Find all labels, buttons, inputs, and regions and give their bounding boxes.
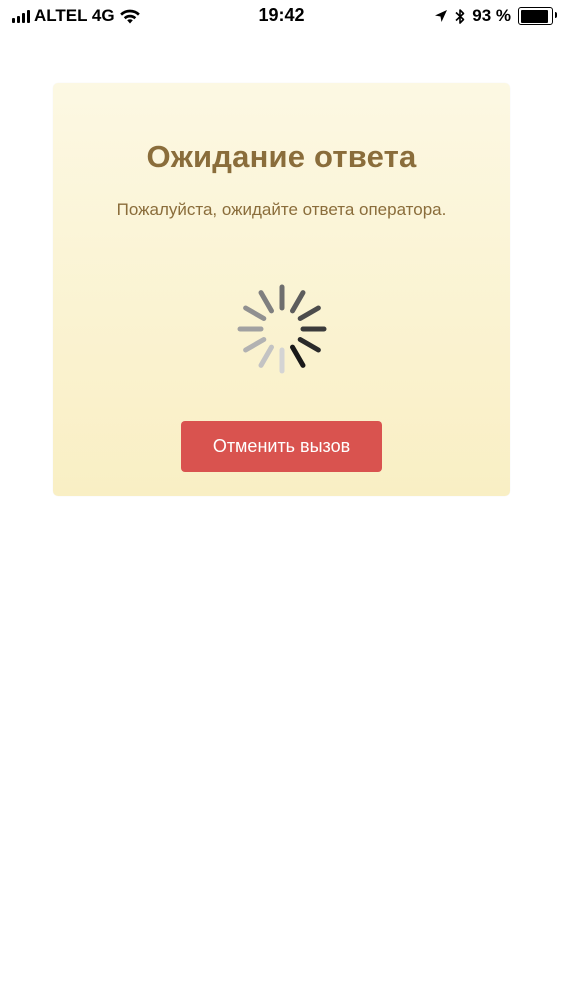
battery-percent: 93 % <box>472 6 511 25</box>
spinner-spoke <box>258 344 274 368</box>
battery-icon <box>518 7 557 25</box>
location-icon <box>435 10 448 22</box>
dialog-title: Ожидание ответа <box>146 139 417 174</box>
status-right: 93 % <box>434 5 557 27</box>
spinner-spoke <box>258 290 274 314</box>
battery-level <box>520 9 549 23</box>
spinner-spoke <box>297 337 321 353</box>
spinner-spoke <box>290 344 306 368</box>
spinner-spoke <box>297 305 321 321</box>
waiting-dialog: Ожидание ответа Пожалуйста, ожидайте отв… <box>53 83 510 496</box>
status-bar: ALTEL 4G 19:42 93 % <box>0 0 563 32</box>
spinner-spoke <box>243 337 267 353</box>
dialog-message: Пожалуйста, ожидайте ответа оператора. <box>116 200 447 219</box>
bluetooth-icon <box>455 8 465 24</box>
spinner-spoke <box>243 305 267 321</box>
loading-spinner-icon <box>237 284 327 374</box>
cancel-call-button[interactable]: Отменить вызов <box>181 421 382 472</box>
spinner-spoke <box>290 290 306 314</box>
